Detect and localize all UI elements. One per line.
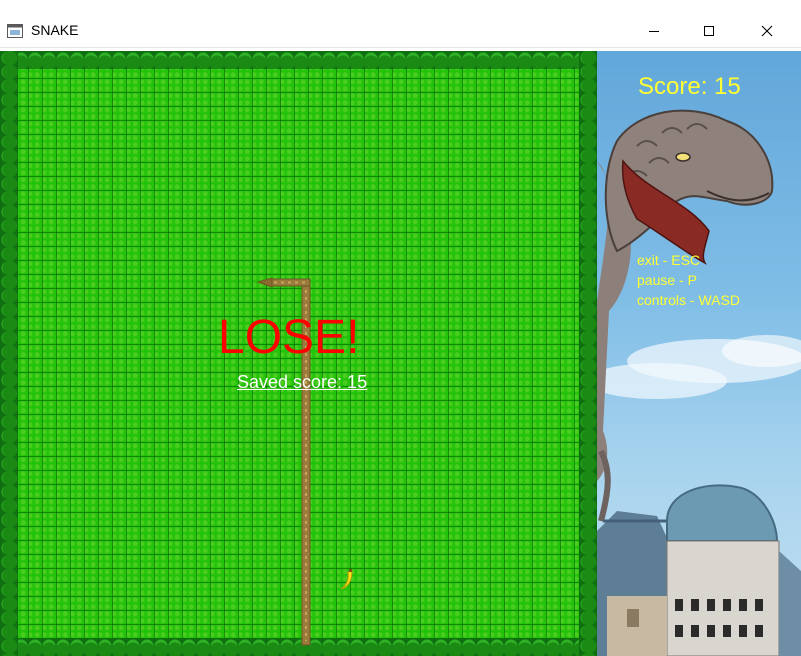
score-display: Score: 15 <box>638 73 741 100</box>
banana-icon <box>340 569 353 590</box>
app-icon <box>7 24 23 38</box>
game-field[interactable]: LOSE! Saved score: 15 <box>0 51 597 656</box>
close-button[interactable] <box>744 14 790 47</box>
snake-monster-artwork <box>597 109 801 656</box>
saved-score-text: Saved score: 15 <box>237 372 368 392</box>
help-exit: exit - ESC <box>637 252 701 268</box>
minimize-icon <box>649 30 659 32</box>
maximize-icon <box>704 25 714 36</box>
help-controls: controls - WASD <box>637 292 740 308</box>
minimize-button[interactable] <box>631 14 677 47</box>
maximize-button[interactable] <box>686 14 732 47</box>
game-window: SNAKE LOSE! Saved score: 15 Score: 15 ex… <box>0 0 801 656</box>
side-panel: Score: 15 exit - ESC pause - P controls … <box>597 51 801 656</box>
lose-message: LOSE! <box>218 311 360 364</box>
snake-head <box>256 277 273 288</box>
close-icon <box>761 25 773 36</box>
help-pause: pause - P <box>637 272 697 288</box>
window-title: SNAKE <box>31 22 79 38</box>
title-bar[interactable]: SNAKE <box>0 0 801 48</box>
